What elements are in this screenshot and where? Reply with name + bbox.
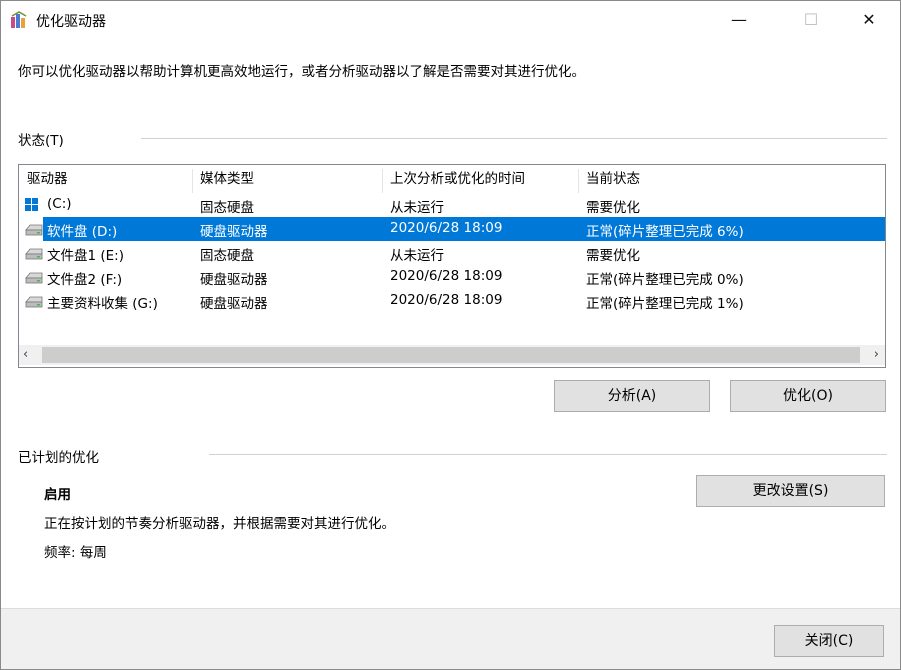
optimize-button[interactable]: 优化(O)	[730, 380, 886, 412]
minimize-button[interactable]: —	[716, 1, 762, 39]
drive-name: (C:)	[47, 196, 72, 212]
column-header-drive[interactable]: 驱动器	[19, 165, 192, 193]
last-run: 2020/6/28 18:09	[390, 220, 503, 236]
drive-name: 主要资料收集 (G:)	[47, 296, 158, 312]
drive-icon	[25, 296, 43, 308]
footer-bar: 关闭(C)	[1, 608, 900, 669]
windows-logo-icon	[25, 198, 38, 211]
drive-name: 文件盘2 (F:)	[47, 272, 123, 288]
drive-name: 软件盘 (D:)	[47, 224, 118, 240]
status-separator	[141, 138, 887, 139]
last-run: 从未运行	[390, 248, 444, 264]
drive-icon	[25, 272, 43, 284]
current-state: 需要优化	[586, 200, 640, 216]
column-header-last-run[interactable]: 上次分析或优化的时间	[382, 165, 578, 193]
schedule-frequency: 频率: 每周	[44, 545, 107, 561]
window-title: 优化驱动器	[36, 14, 106, 30]
scheduled-section-label: 已计划的优化	[18, 450, 99, 466]
drive-icon	[25, 248, 43, 260]
current-state: 需要优化	[586, 248, 640, 264]
current-state: 正常(碎片整理已完成 0%)	[586, 272, 744, 288]
horizontal-scrollbar[interactable]: ‹ ›	[19, 345, 885, 365]
table-row[interactable]: 软件盘 (D:) 硬盘驱动器 2020/6/28 18:09 正常(碎片整理已完…	[19, 217, 885, 241]
intro-text: 你可以优化驱动器以帮助计算机更高效地运行，或者分析驱动器以了解是否需要对其进行优…	[18, 64, 585, 80]
media-type: 硬盘驱动器	[200, 224, 268, 240]
defrag-app-icon	[11, 11, 27, 28]
scheduled-separator	[209, 454, 887, 455]
media-type: 固态硬盘	[200, 248, 254, 264]
scroll-left-icon[interactable]: ‹	[23, 347, 28, 362]
last-run: 从未运行	[390, 200, 444, 216]
close-window-button[interactable]: ✕	[846, 1, 892, 39]
media-type: 硬盘驱动器	[200, 272, 268, 288]
drive-name: 文件盘1 (E:)	[47, 248, 124, 264]
column-header-current-state[interactable]: 当前状态	[578, 165, 878, 193]
minimize-icon: —	[731, 10, 747, 29]
table-row[interactable]: 文件盘2 (F:) 硬盘驱动器 2020/6/28 18:09 正常(碎片整理已…	[19, 265, 885, 289]
table-row[interactable]: 文件盘1 (E:) 固态硬盘 从未运行 需要优化	[19, 241, 885, 265]
last-run: 2020/6/28 18:09	[390, 292, 503, 308]
maximize-button[interactable]: ☐	[788, 1, 834, 39]
title-bar: 优化驱动器 — ☐ ✕	[1, 1, 900, 39]
current-state: 正常(碎片整理已完成 1%)	[586, 296, 744, 312]
drive-icon	[25, 224, 43, 236]
table-row[interactable]: 主要资料收集 (G:) 硬盘驱动器 2020/6/28 18:09 正常(碎片整…	[19, 289, 885, 313]
scroll-right-icon[interactable]: ›	[874, 347, 879, 362]
close-icon: ✕	[862, 10, 876, 29]
media-type: 固态硬盘	[200, 200, 254, 216]
schedule-description: 正在按计划的节奏分析驱动器，并根据需要对其进行优化。	[44, 516, 395, 532]
close-button[interactable]: 关闭(C)	[774, 625, 884, 657]
change-settings-button[interactable]: 更改设置(S)	[696, 475, 885, 507]
last-run: 2020/6/28 18:09	[390, 268, 503, 284]
media-type: 硬盘驱动器	[200, 296, 268, 312]
column-header-media-type[interactable]: 媒体类型	[192, 165, 382, 193]
current-state: 正常(碎片整理已完成 6%)	[586, 224, 744, 240]
table-row[interactable]: (C:) 固态硬盘 从未运行 需要优化	[19, 193, 885, 217]
analyze-button[interactable]: 分析(A)	[554, 380, 710, 412]
drive-list[interactable]: 驱动器 媒体类型 上次分析或优化的时间 当前状态 (C:) 固态硬盘 从未运行 …	[18, 164, 886, 368]
optimize-drives-window: 优化驱动器 — ☐ ✕ 你可以优化驱动器以帮助计算机更高效地运行，或者分析驱动器…	[0, 0, 901, 670]
maximize-icon: ☐	[803, 10, 819, 29]
scrollbar-thumb[interactable]	[42, 347, 860, 363]
status-section-label: 状态(T)	[18, 133, 64, 149]
schedule-state: 启用	[44, 487, 71, 503]
